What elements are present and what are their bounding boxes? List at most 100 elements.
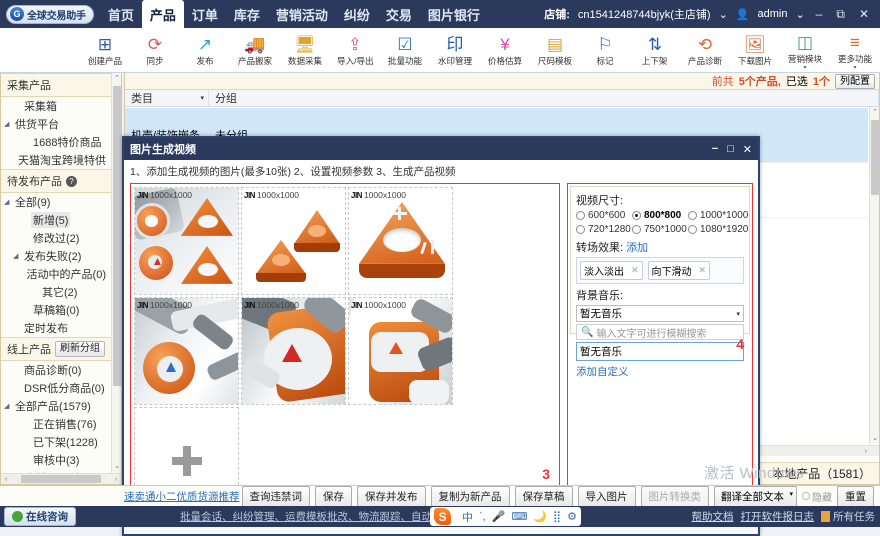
sidebar-item-0-2[interactable]: 1688特价商品 [1,133,111,151]
help-icon[interactable]: ? [66,176,77,187]
background-music-select[interactable]: 暂无音乐 ▾ [576,305,744,322]
feature-links[interactable]: 批量会话、纠纷管理、运费模板批改、物流跟踪、自动评价 [180,509,453,524]
toolbar-shelf[interactable]: ⇅上下架 [630,28,680,72]
image-thumbnail[interactable]: JIN1000x1000 [348,187,453,295]
toolbar-batch[interactable]: ☑批量功能 [380,28,430,72]
reset-button[interactable]: 重置 [837,486,874,507]
nav-item-0[interactable]: 首页 [100,2,142,27]
shop-chevron-down-icon[interactable]: ⌄ [719,8,728,21]
toolbar-truck[interactable]: 🚚产品搬家 [230,28,280,72]
dialog-maximize-button[interactable]: □ [727,143,734,156]
image-thumbnail[interactable]: JIN1000x1000 [241,297,346,405]
user-chevron-down-icon[interactable]: ⌄ [795,8,804,21]
video-size-option-4[interactable]: 750*1000 [632,224,688,235]
action-button-4[interactable]: 保存草稿 [515,486,573,507]
hide-toggle[interactable]: 隐藏 [802,489,832,504]
image-thumbnail[interactable]: JIN1000x1000 [134,187,239,295]
toolbar-price[interactable]: ¥价格估算 [480,28,530,72]
video-size-radio-group[interactable]: 600*600800*8001000*1000720*1280750*10001… [576,210,744,238]
radio-icon[interactable] [632,225,641,234]
radio-icon[interactable] [688,211,697,220]
toolbar-diagnose[interactable]: ⟲产品诊断 [680,28,730,72]
action-button-5[interactable]: 导入图片 [578,486,636,507]
add-custom-music-link[interactable]: 添加自定义 [576,364,744,379]
action-button-2[interactable]: 保存并发布 [357,486,426,507]
toolbar-collect[interactable]: 🖥数据采集 [280,28,330,72]
sidebar-item-0-3[interactable]: 天猫淘宝跨境特供 [1,151,111,169]
ime-item-3[interactable]: ⌨ [511,510,527,523]
user-name[interactable]: admin [757,8,787,20]
sidebar-horizontal-scrollbar[interactable]: ‹ › [1,473,121,484]
ime-item-5[interactable]: ⣿ [553,510,561,523]
sidebar-item-0-0[interactable]: 采集箱 [1,97,111,115]
column-header-group[interactable]: 分组 [209,90,879,106]
image-thumbnail[interactable]: JIN1000x1000 [348,297,453,405]
product-list-scrollbar[interactable]: ⌃ ⌄ [869,107,879,444]
radio-icon[interactable] [576,225,585,234]
supply-source-link[interactable]: 速卖通小二优质货源推荐 [124,489,240,504]
sidebar-scroll-down-icon[interactable]: ⌄ [112,461,122,472]
toolbar-import-export[interactable]: ⇪导入/导出 [330,28,380,72]
sidebar-hscroll-right-icon[interactable]: › [111,476,121,483]
tree-expand-icon[interactable]: ◢ [4,198,13,206]
sidebar-item-1-0[interactable]: ◢全部(9) [1,193,111,211]
toolbar-download-image[interactable]: 🖼下载图片 [730,28,780,72]
chevron-down-icon[interactable]: ▾ [853,66,856,70]
toolbar-publish[interactable]: ↗发布 [180,28,230,72]
radio-icon[interactable] [576,211,585,220]
help-doc-link[interactable]: 帮助文档 [692,509,734,524]
open-log-link[interactable]: 打开软件报日志 [741,509,815,524]
chevron-down-icon[interactable]: ▾ [789,490,793,498]
radio-icon[interactable] [632,211,641,220]
all-tasks-button[interactable]: 所有任务 [821,509,875,524]
video-size-option-3[interactable]: 720*1280 [576,224,632,235]
product-hscroll-right-icon[interactable]: › [865,448,867,455]
sidebar-item-1-5[interactable]: 其它(2) [1,283,111,301]
action-button-0[interactable]: 查询违禁词 [242,486,311,507]
dialog-minimize-button[interactable]: − [712,143,718,156]
sidebar-item-2-4[interactable]: 已下架(1228) [1,433,111,451]
video-size-option-0[interactable]: 600*600 [576,210,632,221]
toolbar-size-template[interactable]: ▤尺码模板 [530,28,580,72]
music-search-input[interactable]: 🔍 输入文字可进行模糊搜索 [576,324,744,340]
sidebar-item-2-3[interactable]: 正在销售(76) [1,415,111,433]
image-thumbnail[interactable]: JIN1000x1000 [241,187,346,295]
shop-value[interactable]: cn1541248744bjyk(主店铺) [578,6,711,22]
image-thumbnail[interactable]: JIN1000x1000 [134,297,239,405]
sidebar-item-2-5[interactable]: 审核中(3) [1,451,111,469]
video-size-option-2[interactable]: 1000*1000 [688,210,744,221]
transition-tag-1[interactable]: 向下滑动✕ [648,261,711,280]
sidebar-item-0-1[interactable]: ◢供货平台 [1,115,111,133]
sidebar-hscroll-left-icon[interactable]: ‹ [1,476,11,483]
toolbar-sync[interactable]: ⟳同步 [130,28,180,72]
column-header-category[interactable]: 类目 [131,90,153,106]
nav-item-7[interactable]: 图片银行 [420,2,488,27]
product-scroll-thumb[interactable] [871,120,879,195]
sidebar-item-1-2[interactable]: 修改过(2) [1,229,111,247]
ime-item-4[interactable]: 🌙 [533,510,547,523]
toolbar-more[interactable]: ≡更多功能▾ [830,28,880,72]
nav-item-3[interactable]: 库存 [226,2,268,27]
sidebar-scroll-thumb[interactable] [113,86,121,386]
sidebar-hscroll-thumb[interactable] [21,475,101,483]
sidebar-item-1-3[interactable]: ◢发布失败(2) [1,247,111,265]
music-chevron-down-icon[interactable]: ▾ [736,310,740,318]
ime-item-1[interactable]: `, [479,511,486,523]
column-sort-caret-icon[interactable]: ▾ [200,94,204,102]
video-size-option-5[interactable]: 1080*1920 [688,224,744,235]
radio-icon[interactable] [802,492,810,500]
chevron-down-icon[interactable]: ▾ [803,66,806,70]
dialog-close-button[interactable]: ✕ [743,143,752,156]
online-consult-button[interactable]: 在线咨询 [4,507,76,526]
sidebar-item-2-1[interactable]: DSR低分商品(0) [1,379,111,397]
product-scroll-down-icon[interactable]: ⌄ [870,433,880,444]
ime-toolbar[interactable]: S 中`,🎤⌨🌙⣿⚙ [430,507,581,526]
nav-item-1[interactable]: 产品 [142,0,184,28]
close-icon[interactable]: ✕ [631,265,639,276]
radio-icon[interactable] [688,225,697,234]
tree-expand-icon[interactable]: ◢ [4,402,13,410]
translate-select[interactable]: 翻译全部文本▾ [714,486,797,507]
music-option-none[interactable]: 暂无音乐 [576,342,744,361]
toolbar-add-grid[interactable]: ⊞创建产品 [80,28,130,72]
ime-item-6[interactable]: ⚙ [567,510,577,523]
